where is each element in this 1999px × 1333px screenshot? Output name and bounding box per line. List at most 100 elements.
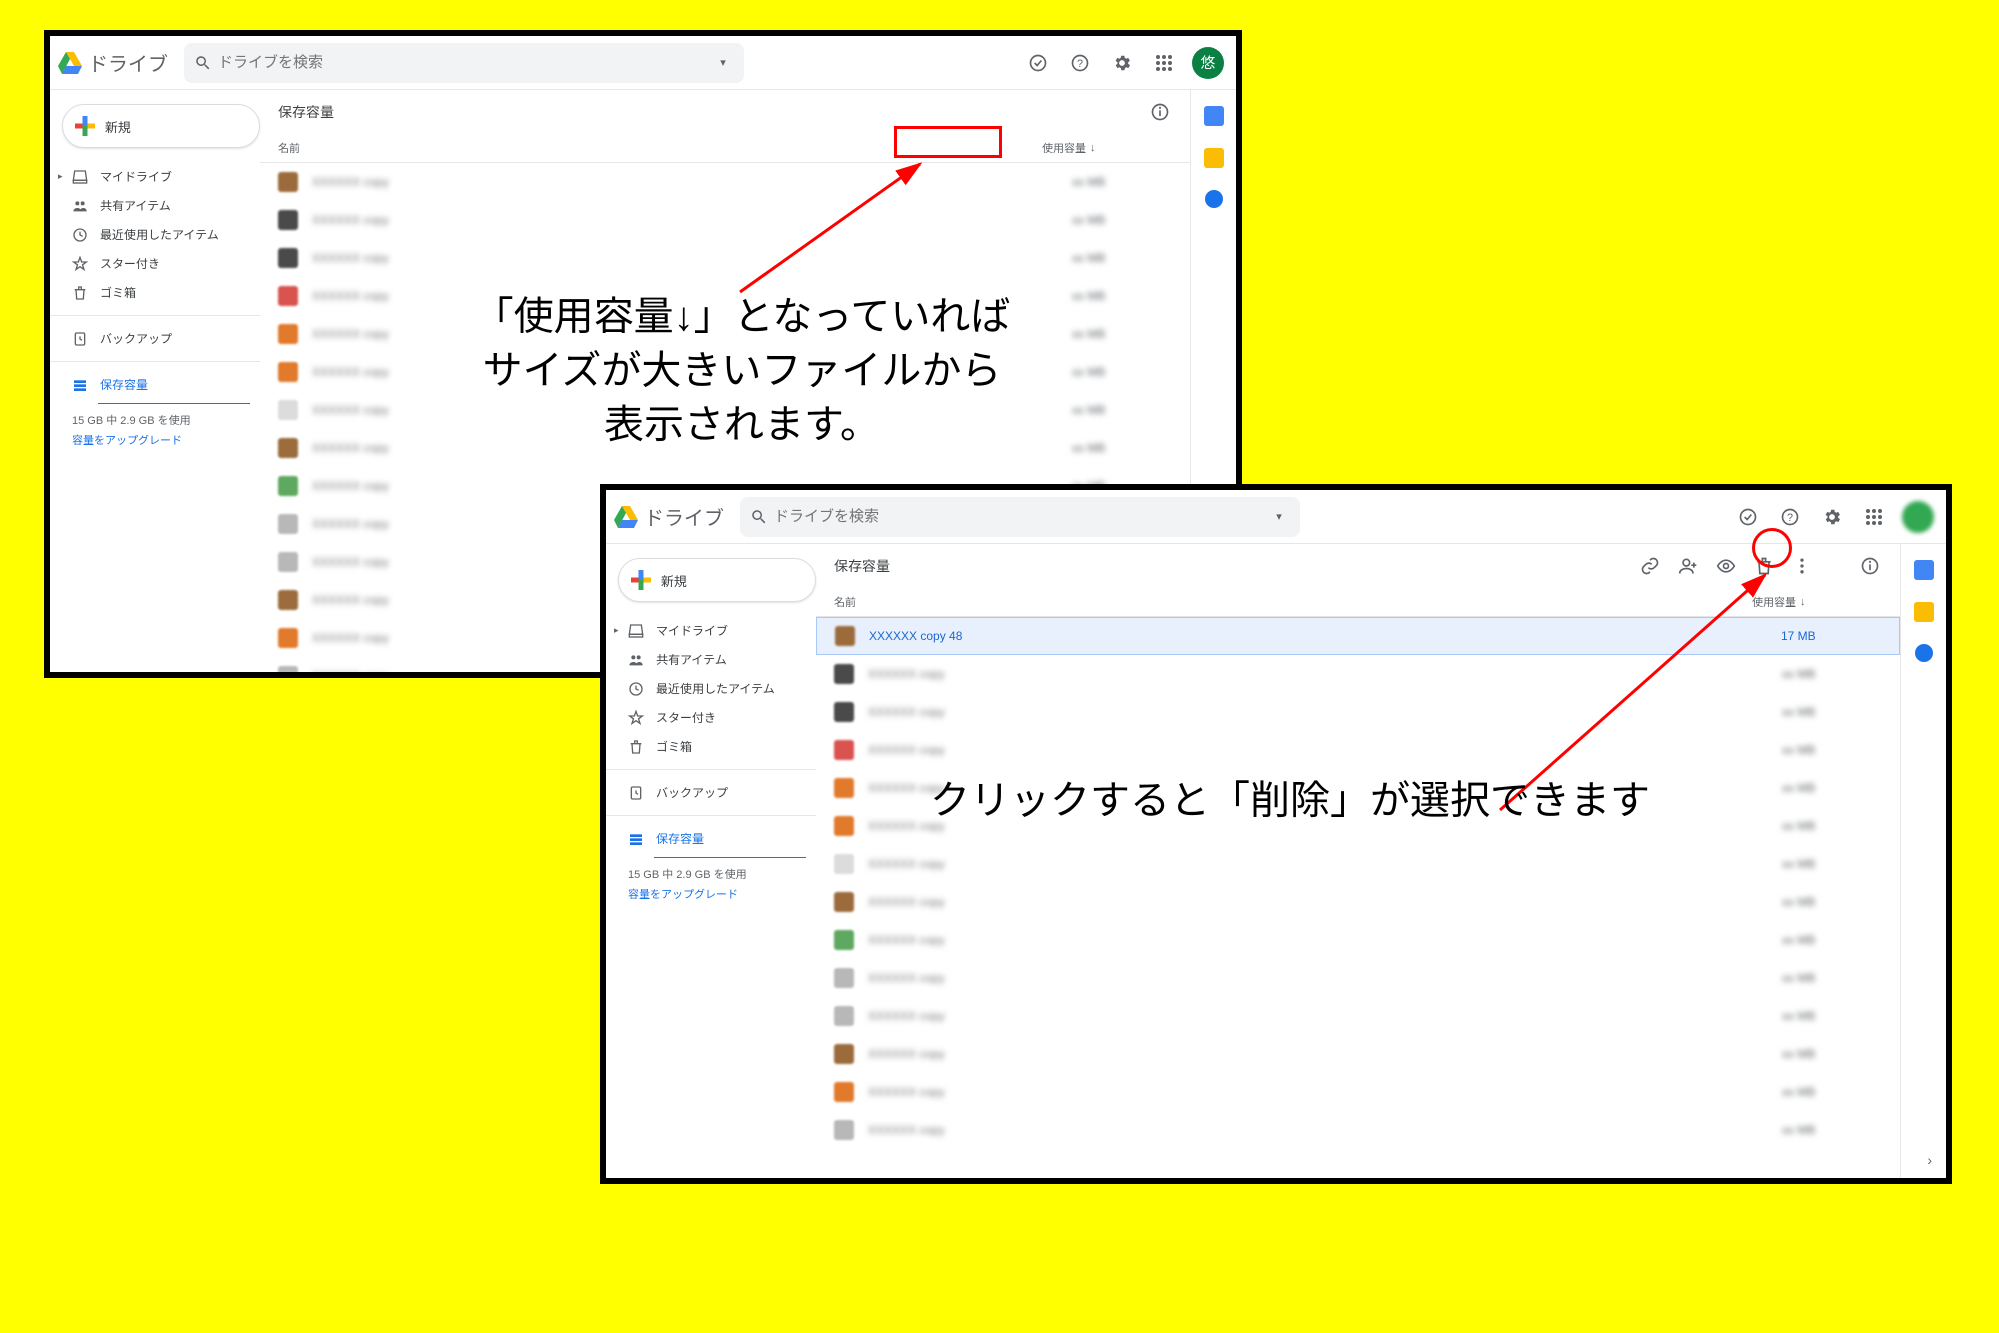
file-name: XXXXXX copy — [868, 857, 1782, 871]
preview-eye-icon[interactable] — [1714, 554, 1738, 578]
file-thumb-icon — [278, 590, 298, 610]
help-icon[interactable]: ? — [1066, 49, 1094, 77]
storage-used-text: 15 GB 中 2.9 GB を使用 — [628, 866, 816, 882]
file-row[interactable]: XXXXXX copyxx MB — [816, 883, 1900, 921]
file-row[interactable]: XXXXXX copy 4817 MB — [816, 617, 1900, 655]
help-icon[interactable]: ? — [1776, 503, 1804, 531]
file-thumb-icon — [278, 476, 298, 496]
file-size: 17 MB — [1781, 629, 1881, 643]
file-thumb-icon — [834, 740, 854, 760]
share-person-icon[interactable] — [1676, 554, 1700, 578]
ready-offline-icon[interactable] — [1734, 503, 1762, 531]
account-avatar[interactable] — [1902, 501, 1934, 533]
sidebar-item-starred[interactable]: スター付き — [606, 703, 816, 732]
file-name: XXXXXX copy — [312, 403, 1072, 417]
sidebar-item-trash[interactable]: ゴミ箱 — [50, 278, 260, 307]
col-size[interactable]: 使用容量↓ — [1752, 594, 1882, 610]
search-bar[interactable]: ▾ — [740, 497, 1300, 537]
file-row[interactable]: XXXXXX copyxx MB — [816, 807, 1900, 845]
search-dropdown-icon[interactable]: ▾ — [1268, 510, 1290, 523]
file-row[interactable]: XXXXXX copyxx MB — [260, 201, 1190, 239]
file-row[interactable]: XXXXXX copyxx MB — [816, 997, 1900, 1035]
delete-trash-icon[interactable] — [1752, 554, 1776, 578]
sidebar-item-recent[interactable]: 最近使用したアイテム — [606, 674, 816, 703]
tasks-icon[interactable] — [1205, 190, 1223, 208]
file-row[interactable]: XXXXXX copyxx MB — [260, 239, 1190, 277]
file-row[interactable]: XXXXXX copyxx MB — [816, 1073, 1900, 1111]
app-name: ドライブ — [644, 502, 724, 531]
file-row[interactable]: XXXXXX copyxx MB — [260, 429, 1190, 467]
sidebar-item-storage[interactable]: 保存容量 — [606, 824, 816, 853]
search-dropdown-icon[interactable]: ▾ — [712, 56, 734, 69]
col-name[interactable]: 名前 — [278, 140, 1042, 156]
file-row[interactable]: XXXXXX copyxx MB — [816, 693, 1900, 731]
ready-offline-icon[interactable] — [1024, 49, 1052, 77]
sidebar-item-backup[interactable]: バックアップ — [50, 324, 260, 353]
sidebar-label: 最近使用したアイテム — [100, 226, 219, 243]
upgrade-storage-link[interactable]: 容量をアップグレード — [72, 432, 260, 448]
more-vert-icon[interactable] — [1790, 554, 1814, 578]
tasks-icon[interactable] — [1915, 644, 1933, 662]
plus-icon — [75, 116, 95, 136]
settings-gear-icon[interactable] — [1108, 49, 1136, 77]
keep-icon[interactable] — [1914, 602, 1934, 622]
file-row[interactable]: XXXXXX copyxx MB — [816, 845, 1900, 883]
file-name: XXXXXX copy — [312, 175, 1072, 189]
new-button[interactable]: 新規 — [618, 558, 816, 602]
apps-grid-icon[interactable] — [1860, 503, 1888, 531]
drive-logo[interactable]: ドライブ — [58, 48, 168, 77]
drive-logo[interactable]: ドライブ — [614, 502, 724, 531]
file-thumb-icon — [278, 628, 298, 648]
keep-icon[interactable] — [1204, 148, 1224, 168]
file-row[interactable]: XXXXXX copyxx MB — [816, 959, 1900, 997]
file-row[interactable]: XXXXXX copyxx MB — [816, 1111, 1900, 1149]
file-row[interactable]: XXXXXX copyxx MB — [816, 655, 1900, 693]
file-row[interactable]: XXXXXX copyxx MB — [816, 921, 1900, 959]
calendar-icon[interactable] — [1914, 560, 1934, 580]
file-name: XXXXXX copy 48 — [869, 629, 1781, 643]
chevron-right-icon[interactable]: › — [1927, 1152, 1932, 1168]
search-icon — [750, 508, 768, 526]
info-icon[interactable] — [1148, 100, 1172, 124]
file-row[interactable]: XXXXXX copyxx MB — [260, 315, 1190, 353]
get-link-icon[interactable] — [1638, 554, 1662, 578]
col-size[interactable]: 使用容量↓ — [1042, 140, 1172, 156]
file-row[interactable]: XXXXXX copyxx MB — [816, 731, 1900, 769]
sidebar-item-starred[interactable]: スター付き — [50, 249, 260, 278]
upgrade-storage-link[interactable]: 容量をアップグレード — [628, 886, 816, 902]
search-input[interactable] — [768, 508, 1268, 525]
file-row[interactable]: XXXXXX copyxx MB — [260, 353, 1190, 391]
file-size: xx MB — [1782, 819, 1882, 833]
file-name: XXXXXX copy — [868, 705, 1782, 719]
file-row[interactable]: XXXXXX copyxx MB — [816, 1035, 1900, 1073]
file-size: xx MB — [1782, 1085, 1882, 1099]
file-row[interactable]: XXXXXX copyxx MB — [260, 277, 1190, 315]
file-row[interactable]: XXXXXX copyxx MB — [816, 769, 1900, 807]
sidebar-label: マイドライブ — [656, 622, 728, 639]
search-input[interactable] — [212, 54, 712, 71]
sidebar-item-shared[interactable]: 共有アイテム — [606, 645, 816, 674]
account-avatar[interactable]: 悠 — [1192, 47, 1224, 79]
settings-gear-icon[interactable] — [1818, 503, 1846, 531]
sidebar-item-storage[interactable]: 保存容量 — [50, 370, 260, 399]
col-name[interactable]: 名前 — [834, 594, 1752, 610]
storage-icon — [72, 377, 88, 393]
sidebar-item-recent[interactable]: 最近使用したアイテム — [50, 220, 260, 249]
info-icon[interactable] — [1858, 554, 1882, 578]
file-row[interactable]: XXXXXX copyxx MB — [260, 163, 1190, 201]
sidebar-item-shared[interactable]: 共有アイテム — [50, 191, 260, 220]
new-button[interactable]: 新規 — [62, 104, 260, 148]
file-size: xx MB — [1072, 403, 1172, 417]
file-thumb-icon — [834, 892, 854, 912]
file-thumb-icon — [278, 666, 298, 672]
sidebar-item-mydrive[interactable]: マイドライブ — [606, 616, 816, 645]
sidebar-item-mydrive[interactable]: マイドライブ — [50, 162, 260, 191]
apps-grid-icon[interactable] — [1150, 49, 1178, 77]
search-bar[interactable]: ▾ — [184, 43, 744, 83]
sidebar-item-trash[interactable]: ゴミ箱 — [606, 732, 816, 761]
sidebar-item-backup[interactable]: バックアップ — [606, 778, 816, 807]
file-row[interactable]: XXXXXX copyxx MB — [260, 391, 1190, 429]
file-size: xx MB — [1782, 705, 1882, 719]
calendar-icon[interactable] — [1204, 106, 1224, 126]
file-size: xx MB — [1782, 933, 1882, 947]
